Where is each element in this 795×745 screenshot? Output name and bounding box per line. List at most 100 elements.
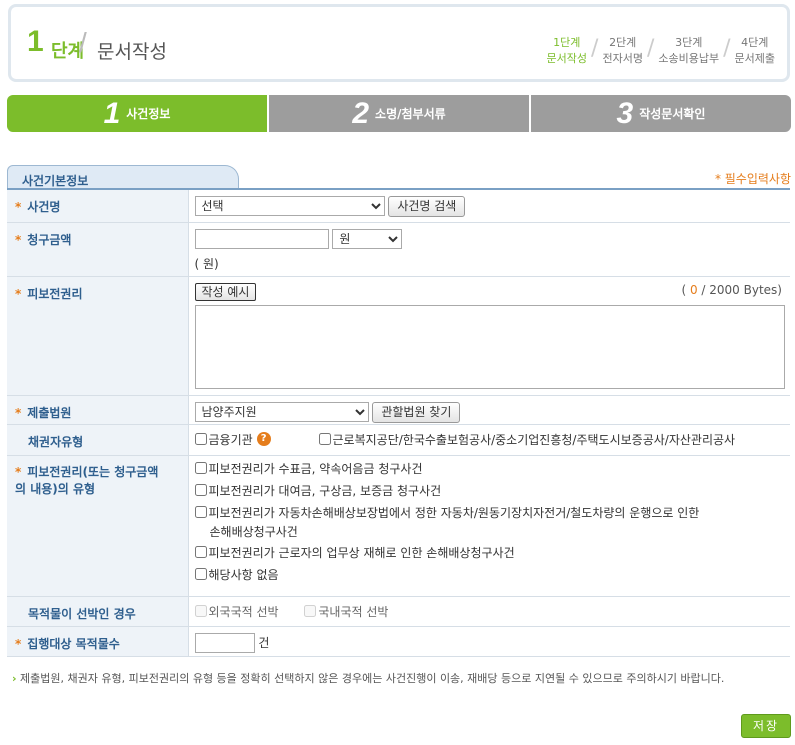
option-label: 금융기관 — [208, 432, 253, 447]
label-text: 채권자유형 — [28, 434, 84, 449]
option-label: 국내국적 선박 — [318, 604, 389, 619]
court-cell: 남양주지원 관할법원 찾기 — [188, 395, 790, 425]
label-text-line2: 의 내용)의 유형 — [15, 481, 96, 496]
case-info-form: * 사건명 선택 사건명 검색 * 청구금액 원 ( 원) * 피보전권리 작성 예시… — [7, 190, 790, 657]
step-tabs: 1 사건정보 2 소명/첨부서류 3 작성문서확인 — [7, 95, 791, 132]
claim-amount-input[interactable] — [194, 228, 329, 249]
creditor-public-agency-checkbox[interactable]: 근로복지공단/한국수출보험공사/중소기업진흥청/주택도시보증공사/자산관리공사 — [318, 431, 736, 448]
option-checkbox[interactable]: 피보전권리가 자동차손해배상보장법에서 정한 자동차/원동기장치자전거/철도차량… — [194, 504, 699, 521]
currency-unit-select[interactable]: 원 — [332, 228, 403, 249]
find-court-button[interactable]: 관할법원 찾기 — [372, 401, 461, 423]
progress-step-3: 3단계 소송비용납부 — [652, 35, 725, 67]
progress-step-2-number: 2단계 — [609, 36, 637, 49]
byte-counter-current: 0 — [689, 282, 698, 297]
required-star: * — [15, 636, 22, 651]
save-button[interactable]: 저장 — [741, 714, 791, 738]
option-checkbox[interactable]: 피보전권리가 대여금, 구상금, 보증금 청구사건 — [194, 482, 442, 499]
preserved-right-cell: 작성 예시 ( 0 / 2000 Bytes) — [188, 276, 791, 396]
row-case-name: * 사건명 선택 사건명 검색 — [7, 190, 790, 223]
right-type-option-2[interactable]: 피보전권리가 대여금, 구상금, 보증금 청구사건 — [194, 482, 791, 504]
checkbox[interactable] — [318, 433, 331, 445]
row-right-type: * 피보전권리(또는 청구금액 의 내용)의 유형 피보전권리가 수표금, 약속어음… — [7, 455, 791, 597]
required-star: * — [15, 232, 22, 247]
progress-step-2: 2단계 전자서명 — [596, 35, 648, 67]
target-count-unit: 건 — [258, 635, 270, 650]
progress-step-3-number: 3단계 — [675, 36, 703, 49]
tab-label: 사건정보 — [126, 107, 171, 121]
preserved-right-toolbar: 작성 예시 ( 0 / 2000 Bytes) — [194, 282, 791, 303]
notice-text: › 제출법원, 채권자 유형, 피보전권리의 유형 등을 정확히 선택하지 않은… — [12, 670, 790, 687]
case-name-label: * 사건명 — [7, 190, 189, 223]
progress-step-4: 4단계 문서제출 — [729, 35, 781, 67]
ship-case-label: 목적물이 선박인 경우 — [7, 596, 189, 627]
checkbox[interactable] — [194, 484, 207, 496]
row-claim-amount: * 청구금액 원 ( 원) — [7, 222, 790, 277]
progress-step-1-label: 문서작성 — [546, 52, 588, 65]
tab-review[interactable]: 3 작성문서확인 — [531, 95, 791, 132]
progress-step-4-label: 문서제출 — [734, 52, 775, 65]
option-label-continued: 손해배상청구사건 — [209, 525, 298, 539]
creditor-type-label: 채권자유형 — [7, 424, 189, 456]
progress-step-3-label: 소송비용납부 — [658, 52, 720, 65]
tab-attachments[interactable]: 2 소명/첨부서류 — [269, 95, 531, 132]
target-count-cell: 건 — [188, 626, 790, 657]
case-name-search-button[interactable]: 사건명 검색 — [388, 196, 466, 217]
court-select[interactable]: 남양주지원 — [194, 401, 369, 422]
option-label: 피보전권리가 수표금, 약속어음금 청구사건 — [208, 461, 423, 476]
progress-steps: 1단계 문서작성 / 2단계 전자서명 / 3단계 소송비용납부 / 4단계 문… — [541, 35, 781, 67]
checkbox[interactable] — [194, 433, 207, 445]
checkbox[interactable] — [194, 568, 207, 580]
option-label: 근로복지공단/한국수출보험공사/중소기업진흥청/주택도시보증공사/자산관리공사 — [332, 432, 736, 447]
option-label: 피보전권리가 대여금, 구상금, 보증금 청구사건 — [208, 483, 442, 498]
slash-divider: / — [79, 27, 87, 58]
byte-counter: ( 0 / 2000 Bytes) — [681, 283, 782, 297]
checkbox[interactable] — [194, 462, 207, 474]
required-star: * — [15, 286, 22, 301]
checkbox[interactable] — [194, 506, 207, 518]
tab-label: 작성문서확인 — [639, 107, 706, 121]
row-preserved-right: * 피보전권리 작성 예시 ( 0 / 2000 Bytes) — [7, 276, 791, 396]
page-header: 1 단계 / 문서작성 1단계 문서작성 / 2단계 전자서명 / 3단계 소송… — [8, 4, 790, 82]
progress-step-2-label: 전자서명 — [602, 52, 643, 65]
right-type-option-4[interactable]: 피보전권리가 근로자의 업무상 재해로 인한 손해배상청구사건 — [194, 544, 791, 566]
right-type-option-3[interactable]: 피보전권리가 자동차손해배상보장법에서 정한 자동차/원동기장치자전거/철도차량… — [194, 504, 791, 544]
right-type-option-1[interactable]: 피보전권리가 수표금, 약속어음금 청구사건 — [194, 460, 791, 482]
progress-step-1-number: 1단계 — [553, 36, 581, 49]
tab-case-info[interactable]: 1 사건정보 — [7, 95, 269, 132]
foreign-ship-checkbox[interactable]: 외국국적 선박 — [194, 603, 279, 620]
checkbox[interactable] — [194, 546, 207, 558]
byte-counter-open: ( — [681, 282, 687, 297]
creditor-financial-checkbox[interactable]: 금융기관? — [194, 431, 271, 448]
option-checkbox[interactable]: 피보전권리가 근로자의 업무상 재해로 인한 손해배상청구사건 — [194, 544, 515, 561]
section-title: 사건기본정보 — [7, 165, 239, 189]
arrow-icon: › — [12, 672, 17, 685]
creditor-type-cell: 금융기관? 근로복지공단/한국수출보험공사/중소기업진흥청/주택도시보증공사/자… — [188, 424, 790, 456]
label-text: 목적물이 선박인 경우 — [28, 606, 136, 621]
required-star: * — [15, 200, 22, 214]
required-star: * — [15, 405, 22, 420]
court-label: * 제출법원 — [7, 395, 189, 425]
tab-label: 소명/첨부서류 — [375, 107, 446, 121]
progress-step-4-number: 4단계 — [741, 36, 769, 49]
label-text: 집행대상 목적물수 — [27, 636, 120, 651]
progress-step-1: 1단계 문서작성 — [541, 35, 593, 67]
target-count-input[interactable] — [194, 632, 255, 653]
claim-amount-hint: ( 원) — [194, 256, 219, 271]
domestic-ship-checkbox[interactable]: 국내국적 선박 — [304, 603, 388, 620]
ship-case-cell: 외국국적 선박 국내국적 선박 — [188, 596, 790, 627]
option-checkbox[interactable]: 피보전권리가 수표금, 약속어음금 청구사건 — [194, 460, 423, 477]
checkbox[interactable] — [194, 605, 207, 617]
writing-example-button[interactable]: 작성 예시 — [194, 282, 257, 301]
preserved-right-textarea[interactable] — [194, 304, 785, 389]
help-icon[interactable]: ? — [256, 432, 271, 446]
preserved-right-label: * 피보전권리 — [7, 276, 189, 396]
right-type-option-5[interactable]: 해당사항 없음 — [194, 566, 791, 588]
tab-number: 3 — [616, 96, 634, 130]
label-text: 피보전권리 — [27, 286, 83, 301]
option-checkbox[interactable]: 해당사항 없음 — [194, 566, 279, 583]
required-note: * 필수입력사항 — [714, 172, 791, 186]
case-name-select[interactable]: 선택 — [194, 196, 385, 216]
label-text-line1: 피보전권리(또는 청구금액 — [27, 464, 159, 479]
claim-amount-cell: 원 ( 원) — [188, 222, 790, 277]
checkbox[interactable] — [304, 605, 317, 617]
